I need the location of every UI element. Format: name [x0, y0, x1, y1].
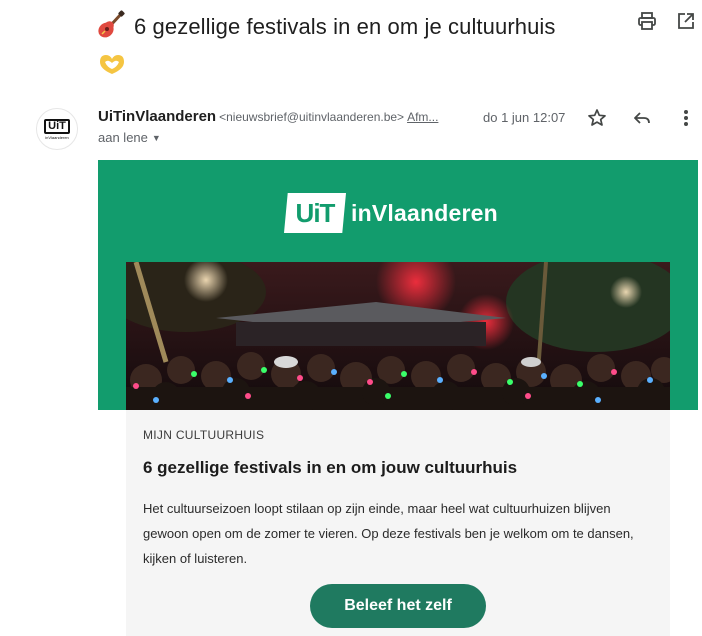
print-icon: [637, 11, 657, 36]
article-category: MIJN CULTUURHUIS: [143, 428, 265, 442]
open-in-new-window-button[interactable]: [673, 10, 699, 36]
sender-avatar[interactable]: UiT inVlaanderen: [36, 108, 78, 150]
reply-icon: [632, 108, 652, 133]
article-title[interactable]: 6 gezellige festivals in en om jouw cult…: [143, 458, 517, 478]
recipient-details[interactable]: aan lene ▼: [98, 130, 161, 145]
recipient-text: aan lene: [98, 130, 148, 145]
star-icon: [587, 108, 607, 133]
reply-button[interactable]: [630, 108, 654, 132]
star-button[interactable]: [585, 108, 609, 132]
article-body: Het cultuurseizoen loopt stilaan op zijn…: [143, 501, 634, 566]
print-button[interactable]: [634, 10, 660, 36]
avatar-logo-subtext: inVlaanderen: [45, 134, 69, 140]
email-view: 6 gezellige festivals in en om je cultuu…: [0, 0, 702, 636]
sender-name[interactable]: UiTinVlaanderen: [98, 108, 216, 125]
email-date: do 1 jun 12:07: [483, 110, 566, 125]
open-in-new-window-icon: [677, 12, 695, 35]
email-subject: 6 gezellige festivals in en om je cultuu…: [134, 14, 556, 39]
festival-hero-image[interactable]: [126, 262, 670, 410]
chevron-down-icon: ▼: [151, 133, 161, 143]
logo-box: UiT: [284, 193, 346, 233]
unsubscribe-link[interactable]: Afm...: [407, 110, 438, 124]
sender-line: UiTinVlaanderen <nieuwsbrief@uitinvlaande…: [98, 108, 438, 125]
avatar-logo-text: UiT: [44, 118, 70, 134]
cta-button[interactable]: Beleef het zelf: [310, 584, 486, 628]
more-options-button[interactable]: [674, 108, 698, 132]
uit-logo: UiT inVlaanderen: [284, 193, 498, 233]
newsletter-header: UiT inVlaanderen: [98, 160, 698, 410]
guitar-icon: [96, 10, 126, 40]
more-vertical-icon: [683, 108, 689, 133]
heart-hands-icon: [98, 52, 126, 76]
sender-email: <nieuwsbrief@uitinvlaanderen.be>: [219, 110, 405, 124]
article-card: MIJN CULTUURHUIS 6 gezellige festivals i…: [126, 410, 670, 636]
logo-text: inVlaanderen: [351, 199, 498, 226]
